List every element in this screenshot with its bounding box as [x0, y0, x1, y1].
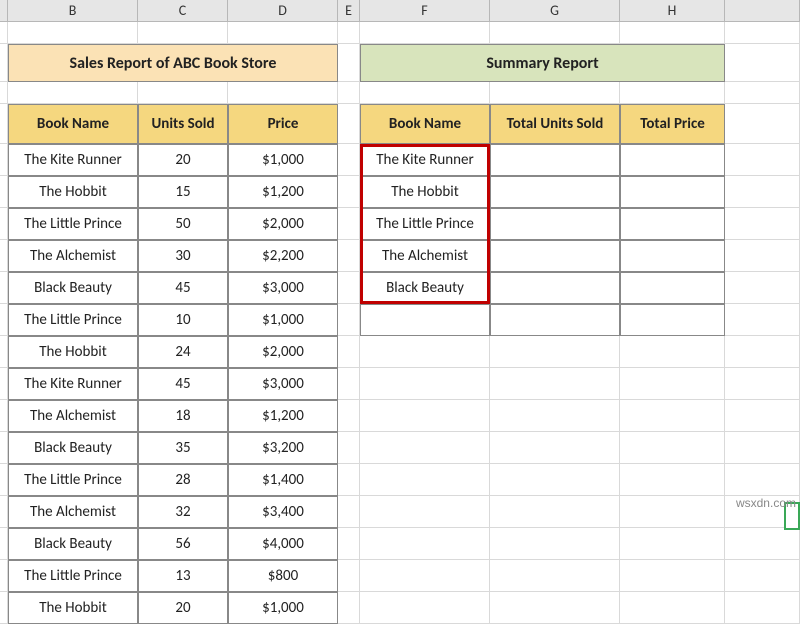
sales-units[interactable]: 30: [138, 240, 228, 272]
sales-units[interactable]: 10: [138, 304, 228, 336]
summary-total-price[interactable]: [620, 240, 725, 272]
sales-book-name[interactable]: The Kite Runner: [8, 144, 138, 176]
sales-price[interactable]: $2,000: [228, 208, 338, 240]
sales-units[interactable]: 20: [138, 144, 228, 176]
sales-book-name[interactable]: The Little Prince: [8, 208, 138, 240]
summary-book-name[interactable]: The Kite Runner: [360, 144, 490, 176]
summary-total-units[interactable]: [490, 272, 620, 304]
sales-book-name[interactable]: The Alchemist: [8, 496, 138, 528]
summary-header-price[interactable]: Total Price: [620, 104, 725, 144]
summary-header-units[interactable]: Total Units Sold: [490, 104, 620, 144]
sales-price[interactable]: $4,000: [228, 528, 338, 560]
summary-book-name[interactable]: The Hobbit: [360, 176, 490, 208]
sales-book-name[interactable]: The Little Prince: [8, 304, 138, 336]
sales-units[interactable]: 35: [138, 432, 228, 464]
sales-units[interactable]: 45: [138, 272, 228, 304]
sales-units[interactable]: 50: [138, 208, 228, 240]
summary-total-price[interactable]: [620, 272, 725, 304]
sales-units[interactable]: 56: [138, 528, 228, 560]
sales-book-name[interactable]: The Alchemist: [8, 400, 138, 432]
col-header-E[interactable]: E: [338, 0, 360, 21]
sales-book-name[interactable]: Black Beauty: [8, 432, 138, 464]
sales-units[interactable]: 45: [138, 368, 228, 400]
summary-total-units[interactable]: [490, 176, 620, 208]
sales-units[interactable]: 13: [138, 560, 228, 592]
summary-total-units[interactable]: [490, 208, 620, 240]
col-header-H[interactable]: H: [620, 0, 725, 21]
sales-price[interactable]: $3,000: [228, 368, 338, 400]
spreadsheet: B C D E F G H Sales Report of ABC Book S…: [0, 0, 800, 624]
sales-price[interactable]: $2,200: [228, 240, 338, 272]
summary-header-name[interactable]: Book Name: [360, 104, 490, 144]
summary-total-price[interactable]: [620, 208, 725, 240]
col-header-D[interactable]: D: [228, 0, 338, 21]
sales-book-name[interactable]: The Little Prince: [8, 464, 138, 496]
summary-book-name[interactable]: Black Beauty: [360, 272, 490, 304]
summary-total-price[interactable]: [620, 176, 725, 208]
sales-price[interactable]: $1,000: [228, 304, 338, 336]
sales-book-name[interactable]: The Hobbit: [8, 176, 138, 208]
sales-book-name[interactable]: The Little Prince: [8, 560, 138, 592]
sales-price[interactable]: $3,400: [228, 496, 338, 528]
sales-price[interactable]: $1,400: [228, 464, 338, 496]
col-header-blank: [725, 0, 800, 21]
sales-book-name[interactable]: The Alchemist: [8, 240, 138, 272]
sales-units[interactable]: 15: [138, 176, 228, 208]
col-header-C[interactable]: C: [138, 0, 228, 21]
summary-book-name[interactable]: The Alchemist: [360, 240, 490, 272]
summary-total-price[interactable]: [620, 144, 725, 176]
sales-book-name[interactable]: The Hobbit: [8, 336, 138, 368]
sales-header-name[interactable]: Book Name: [8, 104, 138, 144]
sales-book-name[interactable]: The Kite Runner: [8, 368, 138, 400]
sales-book-name[interactable]: The Hobbit: [8, 592, 138, 624]
sales-header-units[interactable]: Units Sold: [138, 104, 228, 144]
summary-total-units[interactable]: [490, 144, 620, 176]
sales-price[interactable]: $3,200: [228, 432, 338, 464]
column-headers: B C D E F G H: [0, 0, 800, 22]
col-header-gutter: [0, 0, 8, 21]
sales-price[interactable]: $2,000: [228, 336, 338, 368]
sales-units[interactable]: 18: [138, 400, 228, 432]
sales-price[interactable]: $3,000: [228, 272, 338, 304]
summary-book-name[interactable]: The Little Prince: [360, 208, 490, 240]
sales-units[interactable]: 20: [138, 592, 228, 624]
sales-price[interactable]: $800: [228, 560, 338, 592]
sales-title[interactable]: Sales Report of ABC Book Store: [8, 44, 338, 82]
summary-total-units[interactable]: [490, 240, 620, 272]
col-header-F[interactable]: F: [360, 0, 490, 21]
sales-units[interactable]: 24: [138, 336, 228, 368]
sales-book-name[interactable]: Black Beauty: [8, 272, 138, 304]
col-header-B[interactable]: B: [8, 0, 138, 21]
sales-price[interactable]: $1,200: [228, 400, 338, 432]
sales-units[interactable]: 28: [138, 464, 228, 496]
sales-book-name[interactable]: Black Beauty: [8, 528, 138, 560]
grid-body: Sales Report of ABC Book Store Summary R…: [0, 22, 800, 624]
col-header-G[interactable]: G: [490, 0, 620, 21]
sales-units[interactable]: 32: [138, 496, 228, 528]
sales-header-price[interactable]: Price: [228, 104, 338, 144]
sales-price[interactable]: $1,000: [228, 592, 338, 624]
watermark: wsxdn.com: [736, 496, 796, 510]
summary-title[interactable]: Summary Report: [360, 44, 725, 82]
sales-price[interactable]: $1,000: [228, 144, 338, 176]
sales-price[interactable]: $1,200: [228, 176, 338, 208]
